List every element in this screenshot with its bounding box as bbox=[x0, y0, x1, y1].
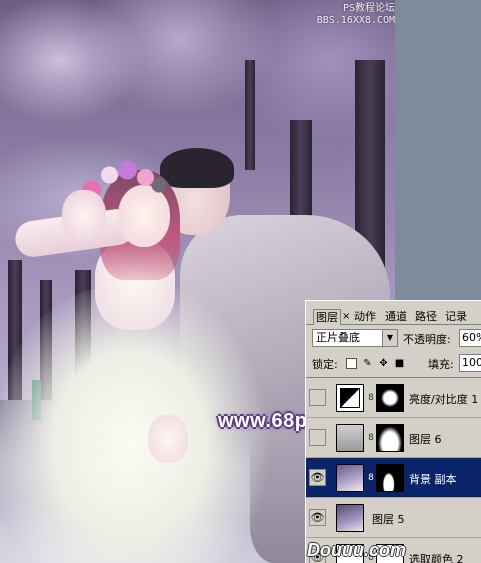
man-hair bbox=[160, 148, 234, 188]
bride-raised-hand bbox=[62, 190, 106, 242]
tree-trunk bbox=[245, 60, 255, 170]
bottom-watermark: Douuu.com bbox=[307, 540, 406, 560]
lock-transparency-icon[interactable] bbox=[346, 358, 357, 369]
layers-panel: 图层 × 动作 通道 路径 记录 正片叠底 ▼ 不透明度: 60% 锁定: ✎ … bbox=[305, 300, 481, 563]
tab-actions[interactable]: 动作 bbox=[354, 309, 376, 325]
bride-lower-hand bbox=[148, 415, 188, 463]
lock-icon[interactable]: ■ bbox=[394, 358, 405, 369]
forum-watermark: PS教程论坛 BBS.16XX8.COM bbox=[317, 3, 395, 27]
brightness-contrast-icon bbox=[340, 388, 360, 408]
eye-icon[interactable]: 👁 bbox=[309, 509, 326, 526]
close-icon[interactable]: × bbox=[342, 309, 350, 325]
chevron-down-icon[interactable]: ▼ bbox=[382, 330, 397, 346]
link-chain-icon[interactable]: 8 bbox=[367, 392, 375, 404]
panel-tab-bar: 图层 × 动作 通道 路径 记录 bbox=[306, 301, 481, 325]
blend-row: 正片叠底 ▼ 不透明度: 60% bbox=[306, 325, 481, 351]
layer-mask-thumbnail[interactable] bbox=[376, 384, 404, 412]
layer-row[interactable]: 👁 图层 5 bbox=[306, 498, 481, 538]
layers-list: 8 亮度/对比度 1 8 图层 6 👁 8 背景 副本 👁 图层 5 👁 8 选… bbox=[306, 377, 481, 563]
lock-label: 锁定: bbox=[312, 358, 338, 371]
brush-icon[interactable]: ✎ bbox=[362, 358, 373, 369]
lock-row: 锁定: ✎ ✥ ■ 填充: 100% bbox=[306, 351, 481, 375]
layer-thumbnail bbox=[336, 504, 364, 532]
layer-mask-thumbnail[interactable] bbox=[376, 464, 404, 492]
opacity-label: 不透明度: bbox=[403, 333, 451, 346]
opacity-input[interactable]: 60% bbox=[459, 329, 481, 347]
layer-row[interactable]: 8 亮度/对比度 1 bbox=[306, 378, 481, 418]
layer-mask-thumbnail[interactable] bbox=[376, 424, 404, 452]
link-chain-icon[interactable]: 8 bbox=[367, 472, 375, 484]
forum-watermark-title: PS教程论坛 bbox=[342, 3, 395, 14]
layer-name: 亮度/对比度 1 bbox=[409, 393, 479, 406]
fill-label: 填充: bbox=[428, 358, 454, 371]
eye-icon[interactable]: 👁 bbox=[309, 469, 326, 486]
workspace-background bbox=[395, 0, 481, 300]
layer-name: 背景 副本 bbox=[409, 473, 457, 486]
fill-input[interactable]: 100% bbox=[459, 354, 481, 372]
layer-thumbnail bbox=[336, 424, 364, 452]
move-icon[interactable]: ✥ bbox=[378, 358, 389, 369]
adjustment-thumbnail bbox=[336, 384, 364, 412]
tab-paths[interactable]: 路径 bbox=[415, 309, 437, 325]
forum-watermark-url: BBS.16XX8.COM bbox=[316, 15, 395, 26]
layer-name: 选取颜色 2 bbox=[409, 553, 464, 563]
tab-channels[interactable]: 通道 bbox=[385, 309, 407, 325]
layer-thumbnail bbox=[336, 464, 364, 492]
tab-layers[interactable]: 图层 bbox=[313, 309, 341, 325]
link-chain-icon[interactable]: 8 bbox=[367, 432, 375, 444]
visibility-toggle[interactable] bbox=[309, 429, 326, 446]
visibility-toggle[interactable] bbox=[309, 389, 326, 406]
layer-row[interactable]: 8 图层 6 bbox=[306, 418, 481, 458]
blend-mode-value: 正片叠底 bbox=[316, 331, 360, 344]
layer-row[interactable]: 👁 8 背景 副本 bbox=[306, 458, 481, 498]
layer-name: 图层 5 bbox=[372, 513, 405, 526]
tab-history[interactable]: 记录 bbox=[445, 309, 467, 325]
blend-mode-select[interactable]: 正片叠底 ▼ bbox=[312, 329, 398, 347]
layer-name: 图层 6 bbox=[409, 433, 442, 446]
